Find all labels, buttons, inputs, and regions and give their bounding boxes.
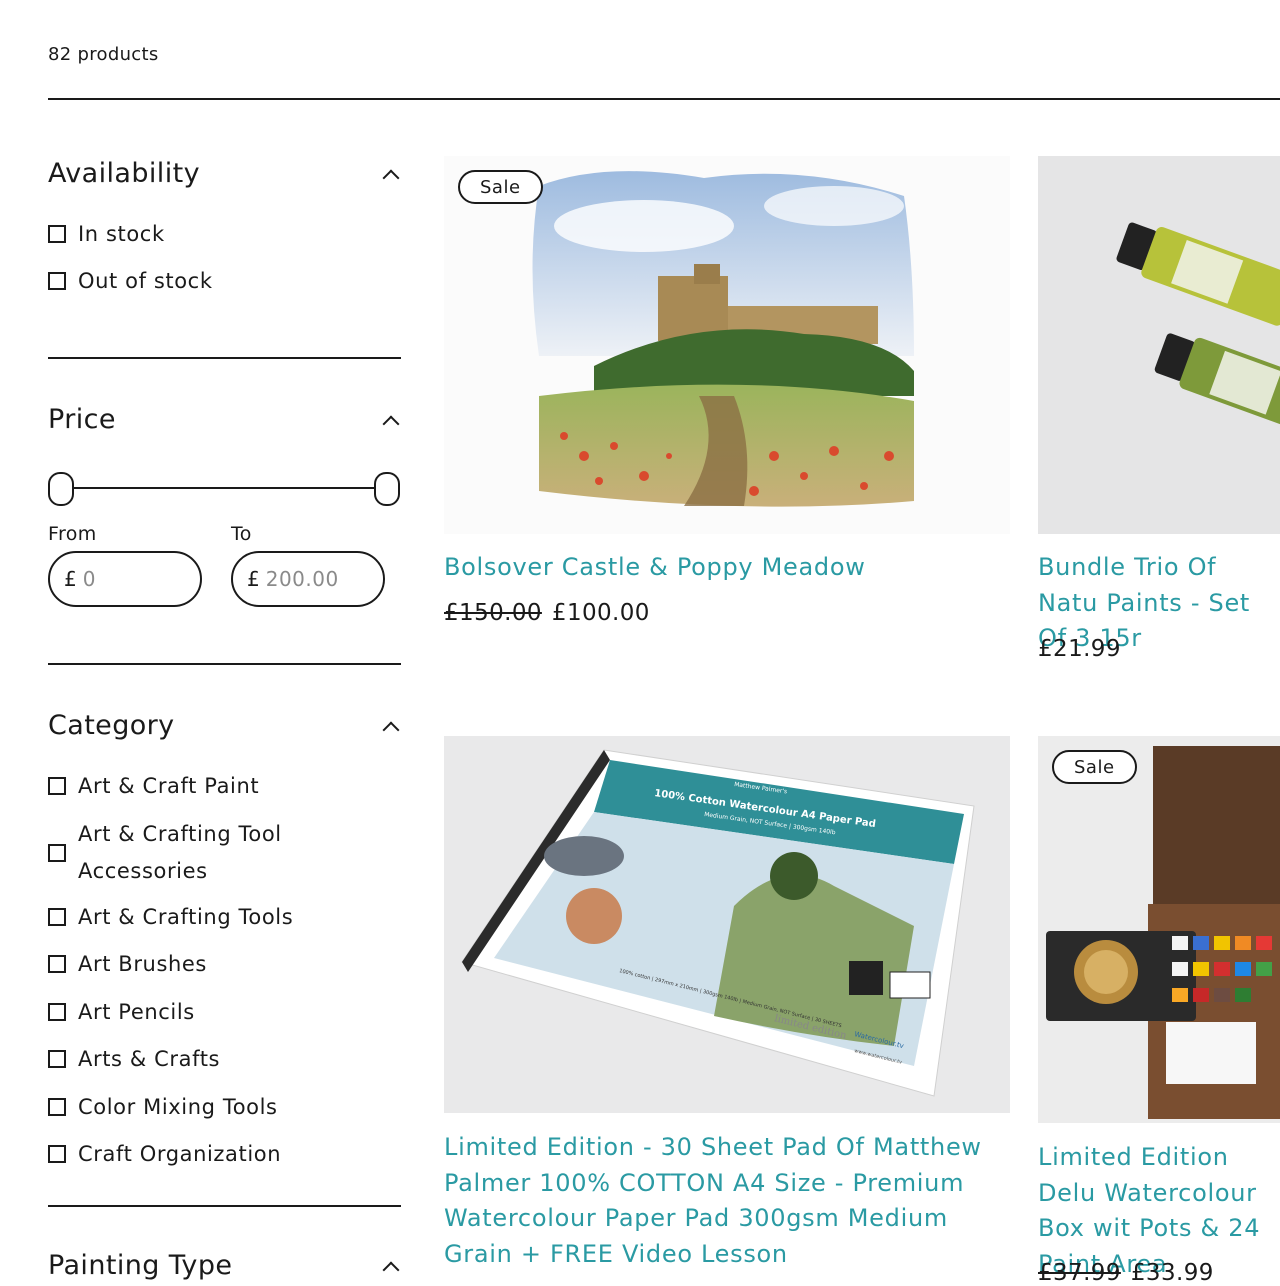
checkbox[interactable] <box>48 844 66 862</box>
sale-badge: Sale <box>458 170 543 204</box>
currency-symbol: £ <box>64 567 77 591</box>
product-count: 82 products <box>48 44 159 65</box>
price-from-input[interactable]: £ 0 <box>48 551 202 607</box>
facet-divider <box>48 357 401 359</box>
product-price: £37.99 £33.99 <box>1038 1260 1214 1286</box>
price-from-placeholder: 0 <box>82 567 96 591</box>
currency-symbol: £ <box>247 567 260 591</box>
filter-category[interactable]: Art & Craft Paint <box>48 774 388 798</box>
chevron-up-icon <box>383 1259 397 1273</box>
price-title: Price <box>48 404 116 435</box>
filter-option-label: Art & Crafting Tools <box>78 905 294 929</box>
price-max-handle[interactable] <box>374 472 400 506</box>
header-divider <box>48 98 1280 100</box>
product-price: £21.99 <box>1038 636 1121 662</box>
checkbox[interactable] <box>48 1098 66 1116</box>
checkbox[interactable] <box>48 1050 66 1068</box>
availability-facet-toggle[interactable]: Availability <box>48 158 401 189</box>
product-image[interactable]: 100% Cotton Watercolour A4 Paper Pad Mat… <box>444 736 1010 1113</box>
category-title: Category <box>48 710 175 741</box>
paper-pad-image: 100% Cotton Watercolour A4 Paper Pad Mat… <box>461 749 975 1097</box>
price-range-track[interactable] <box>60 487 386 489</box>
price-to-input[interactable]: £ 200.00 <box>231 551 385 607</box>
filter-in-stock[interactable]: In stock <box>48 222 388 246</box>
price-to-label: To <box>231 523 252 545</box>
facet-divider <box>48 663 401 665</box>
filter-category[interactable]: Art & Crafting Tool Accessories <box>48 816 308 890</box>
sale-price: £100.00 <box>551 600 650 626</box>
compare-at-price: £37.99 <box>1038 1260 1121 1286</box>
filter-category[interactable]: Craft Organization <box>48 1142 388 1166</box>
sale-price: £33.99 <box>1130 1260 1214 1286</box>
filter-option-label: Craft Organization <box>78 1142 282 1166</box>
category-facet-toggle[interactable]: Category <box>48 710 401 741</box>
filter-option-label: Color Mixing Tools <box>78 1095 278 1119</box>
filter-option-label: Art & Crafting Tool Accessories <box>78 822 282 883</box>
paint-tubes-image <box>1116 222 1280 437</box>
chevron-up-icon <box>383 167 397 181</box>
filter-option-label: Arts & Crafts <box>78 1047 221 1071</box>
product-title-link[interactable]: Bolsover Castle & Poppy Meadow <box>444 550 1004 586</box>
availability-title: Availability <box>48 158 200 189</box>
filter-category[interactable]: Art & Crafting Tools <box>48 905 388 929</box>
filter-option-label: Art Brushes <box>78 952 207 976</box>
product-price: £150.00 £100.00 <box>444 600 650 626</box>
checkbox[interactable] <box>48 225 66 243</box>
product-image[interactable] <box>1038 736 1280 1123</box>
painting-type-title: Painting Type <box>48 1250 233 1281</box>
sale-badge: Sale <box>1052 750 1137 784</box>
filter-category[interactable]: Arts & Crafts <box>48 1047 388 1071</box>
price-facet-toggle[interactable]: Price <box>48 404 401 435</box>
filter-option-label: Out of stock <box>78 269 213 293</box>
filter-option-label: Art Pencils <box>78 1000 195 1024</box>
filter-category[interactable]: Art Pencils <box>48 1000 388 1024</box>
compare-at-price: £150.00 <box>444 600 542 626</box>
product-title-link[interactable]: Limited Edition - 30 Sheet Pad Of Matthe… <box>444 1130 1010 1272</box>
filter-option-label: In stock <box>78 222 165 246</box>
filter-category[interactable]: Art Brushes <box>48 952 388 976</box>
castle-painting-image <box>532 171 914 507</box>
facet-divider <box>48 1205 401 1207</box>
painting-type-facet-toggle[interactable]: Painting Type <box>48 1250 401 1281</box>
price-to-placeholder: 200.00 <box>265 567 339 591</box>
product-image[interactable] <box>1038 156 1280 534</box>
checkbox[interactable] <box>48 272 66 290</box>
checkbox[interactable] <box>48 908 66 926</box>
checkbox[interactable] <box>48 1003 66 1021</box>
filter-category[interactable]: Color Mixing Tools <box>48 1095 388 1119</box>
checkbox[interactable] <box>48 1145 66 1163</box>
watercolour-box-image <box>1046 746 1280 1119</box>
filter-out-of-stock[interactable]: Out of stock <box>48 269 388 293</box>
checkbox[interactable] <box>48 955 66 973</box>
product-image[interactable] <box>444 156 1010 534</box>
filter-option-label: Art & Craft Paint <box>78 774 260 798</box>
price-from-label: From <box>48 523 97 545</box>
chevron-up-icon <box>383 413 397 427</box>
price-min-handle[interactable] <box>48 472 74 506</box>
checkbox[interactable] <box>48 777 66 795</box>
chevron-up-icon <box>383 719 397 733</box>
